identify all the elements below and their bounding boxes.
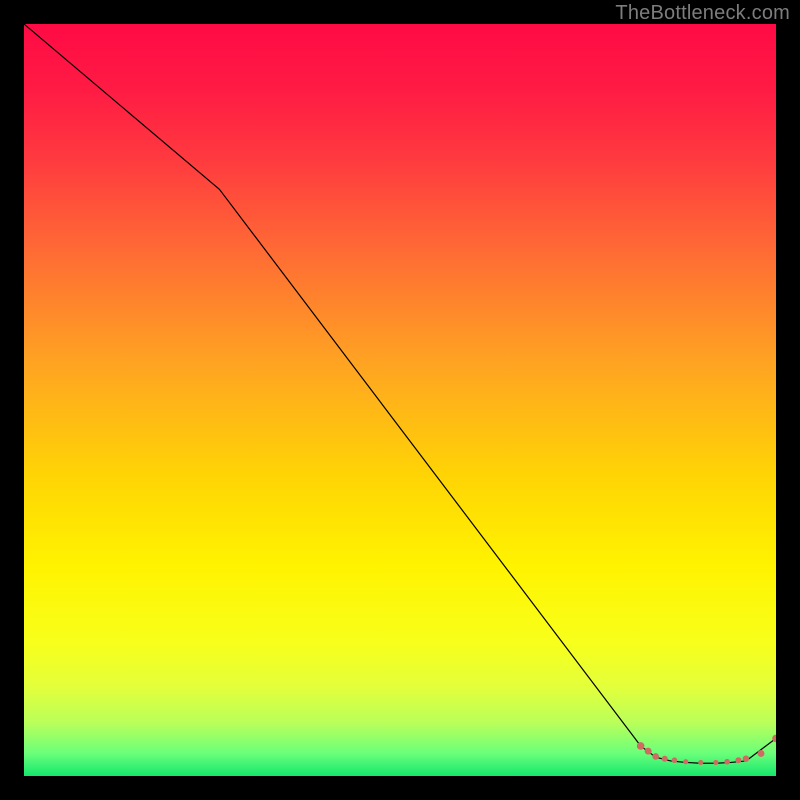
plot-area bbox=[24, 24, 776, 776]
marker-point bbox=[672, 757, 678, 763]
marker-point bbox=[645, 748, 652, 755]
marker-point bbox=[652, 753, 659, 760]
marker-point bbox=[637, 742, 645, 750]
marker-point bbox=[724, 759, 730, 765]
marker-point bbox=[743, 756, 749, 762]
watermark-text: TheBottleneck.com bbox=[615, 2, 790, 25]
marker-point bbox=[683, 759, 688, 764]
marker-point bbox=[713, 760, 718, 765]
marker-point bbox=[735, 757, 741, 763]
chart-stage: TheBottleneck.com bbox=[0, 0, 800, 800]
marker-point bbox=[662, 756, 668, 762]
chart-svg bbox=[24, 24, 776, 776]
marker-point bbox=[698, 760, 703, 765]
marker-point bbox=[757, 750, 764, 757]
gradient-background bbox=[24, 24, 776, 776]
